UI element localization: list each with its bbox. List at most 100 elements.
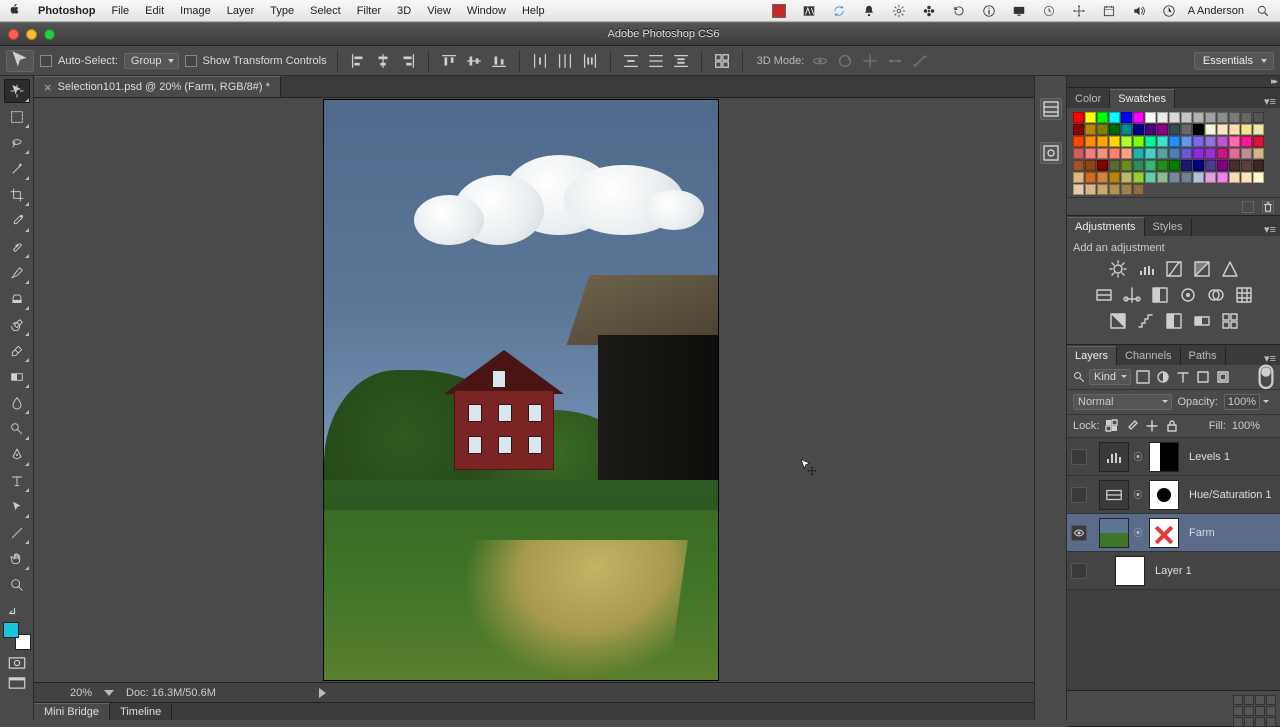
opacity-field[interactable]: 100%	[1224, 394, 1260, 410]
adj-colorlookup-icon[interactable]	[1234, 286, 1254, 304]
swatch[interactable]	[1145, 172, 1156, 183]
swatch[interactable]	[1121, 124, 1132, 135]
swatch[interactable]	[1157, 160, 1168, 171]
swatch[interactable]	[1097, 136, 1108, 147]
align-bottom-button[interactable]	[489, 51, 509, 71]
menu-window[interactable]: Window	[467, 5, 506, 17]
marquee-tool[interactable]	[4, 105, 30, 129]
zoom-field[interactable]: 20%	[42, 687, 92, 699]
brush-tool[interactable]	[4, 261, 30, 285]
swatch[interactable]	[1157, 124, 1168, 135]
swatch[interactable]	[1085, 136, 1096, 147]
tool-swap-icon[interactable]	[5, 604, 29, 618]
layer-row[interactable]: Layer 1	[1067, 552, 1280, 590]
adj-gradientmap-icon[interactable]	[1192, 312, 1212, 330]
lock-transparency-icon[interactable]	[1105, 419, 1119, 433]
align-right-edges-button[interactable]	[398, 51, 418, 71]
layer-mask-link-icon[interactable]: ⦿	[1133, 526, 1143, 539]
swatch[interactable]	[1241, 112, 1252, 123]
menu-help[interactable]: Help	[522, 5, 545, 17]
layer-mask-link-icon[interactable]: ⦿	[1133, 488, 1143, 501]
swatch[interactable]	[1205, 112, 1216, 123]
healing-brush-tool[interactable]	[4, 235, 30, 259]
swatch[interactable]	[1241, 124, 1252, 135]
workspace-switcher[interactable]: Essentials	[1194, 52, 1274, 70]
3d-rotate-button[interactable]	[835, 51, 855, 71]
distribute-v2-button[interactable]	[646, 51, 666, 71]
auto-select-checkbox[interactable]	[40, 55, 52, 67]
swatch[interactable]	[1217, 160, 1228, 171]
swatch[interactable]	[1085, 124, 1096, 135]
tab-layers[interactable]: Layers	[1067, 346, 1117, 365]
document-tab[interactable]: × Selection101.psd @ 20% (Farm, RGB/8#) …	[34, 76, 281, 97]
lock-pixels-icon[interactable]	[1125, 419, 1139, 433]
tab-adjustments[interactable]: Adjustments	[1067, 217, 1145, 236]
layer-row[interactable]: ⦿ Hue/Saturation 1	[1067, 476, 1280, 514]
lasso-tool[interactable]	[4, 131, 30, 155]
info-icon[interactable]	[980, 2, 998, 20]
adj-curves-icon[interactable]	[1164, 260, 1184, 278]
eyedropper-tool[interactable]	[4, 209, 30, 233]
swatch[interactable]	[1169, 148, 1180, 159]
display-icon[interactable]	[1010, 2, 1028, 20]
filter-shape-icon[interactable]	[1195, 369, 1211, 385]
adj-colorbalance-icon[interactable]	[1122, 286, 1142, 304]
layer-visibility-toggle[interactable]	[1071, 487, 1087, 503]
swatch[interactable]	[1073, 112, 1084, 123]
hand-tool[interactable]	[4, 547, 30, 571]
path-selection-tool[interactable]	[4, 495, 30, 519]
tab-mini-bridge[interactable]: Mini Bridge	[34, 703, 110, 720]
tab-paths[interactable]: Paths	[1181, 347, 1226, 365]
layer-name[interactable]: Levels 1	[1189, 451, 1230, 463]
swatch[interactable]	[1205, 124, 1216, 135]
swatch[interactable]	[1169, 160, 1180, 171]
swatch[interactable]	[1229, 136, 1240, 147]
swatch[interactable]	[1145, 136, 1156, 147]
swatch[interactable]	[1097, 112, 1108, 123]
swatch[interactable]	[1217, 124, 1228, 135]
swatch[interactable]	[1121, 148, 1132, 159]
adj-hue-icon[interactable]	[1094, 286, 1114, 304]
eraser-tool[interactable]	[4, 339, 30, 363]
layer-mask-thumb-disabled[interactable]	[1149, 518, 1179, 548]
swatch[interactable]	[1085, 172, 1096, 183]
swatch[interactable]	[1229, 160, 1240, 171]
panels-collapse-button[interactable]: ▸▸	[1067, 76, 1280, 88]
swatch[interactable]	[1217, 136, 1228, 147]
menu-layer[interactable]: Layer	[227, 5, 255, 17]
swatch[interactable]	[1073, 184, 1084, 195]
swatch[interactable]	[1217, 148, 1228, 159]
swatch[interactable]	[1109, 124, 1120, 135]
lock-all-icon[interactable]	[1165, 419, 1179, 433]
swatch[interactable]	[1181, 124, 1192, 135]
layers-panel-menu-icon[interactable]: ▾≡	[1260, 352, 1280, 365]
swatch[interactable]	[1121, 184, 1132, 195]
3d-slide-button[interactable]	[885, 51, 905, 71]
swatch[interactable]	[1085, 184, 1096, 195]
gear-icon[interactable]	[890, 2, 908, 20]
tab-color[interactable]: Color	[1067, 90, 1110, 108]
swatch[interactable]	[1121, 112, 1132, 123]
swatch[interactable]	[1133, 124, 1144, 135]
distribute-h3-button[interactable]	[580, 51, 600, 71]
layer-name[interactable]: Layer 1	[1155, 565, 1192, 577]
distribute-v3-button[interactable]	[671, 51, 691, 71]
filter-toggle-switch[interactable]	[1258, 369, 1274, 385]
blur-tool[interactable]	[4, 391, 30, 415]
align-vcenter-button[interactable]	[464, 51, 484, 71]
swatch[interactable]	[1157, 148, 1168, 159]
filter-smart-icon[interactable]	[1215, 369, 1231, 385]
layer-row[interactable]: ⦿ Levels 1	[1067, 438, 1280, 476]
swatches-grid[interactable]	[1073, 112, 1274, 195]
foreground-background-colors[interactable]	[3, 622, 31, 650]
canvas-viewport[interactable]	[34, 98, 1034, 682]
swatch[interactable]	[1193, 124, 1204, 135]
3d-orbit-button[interactable]	[810, 51, 830, 71]
fill-field[interactable]: 100%	[1232, 420, 1260, 432]
adj-invert-icon[interactable]	[1108, 312, 1128, 330]
swatch[interactable]	[1073, 148, 1084, 159]
swatch[interactable]	[1121, 160, 1132, 171]
canvas[interactable]	[324, 100, 718, 680]
swatch[interactable]	[1205, 148, 1216, 159]
layer-visibility-toggle[interactable]	[1071, 563, 1087, 579]
